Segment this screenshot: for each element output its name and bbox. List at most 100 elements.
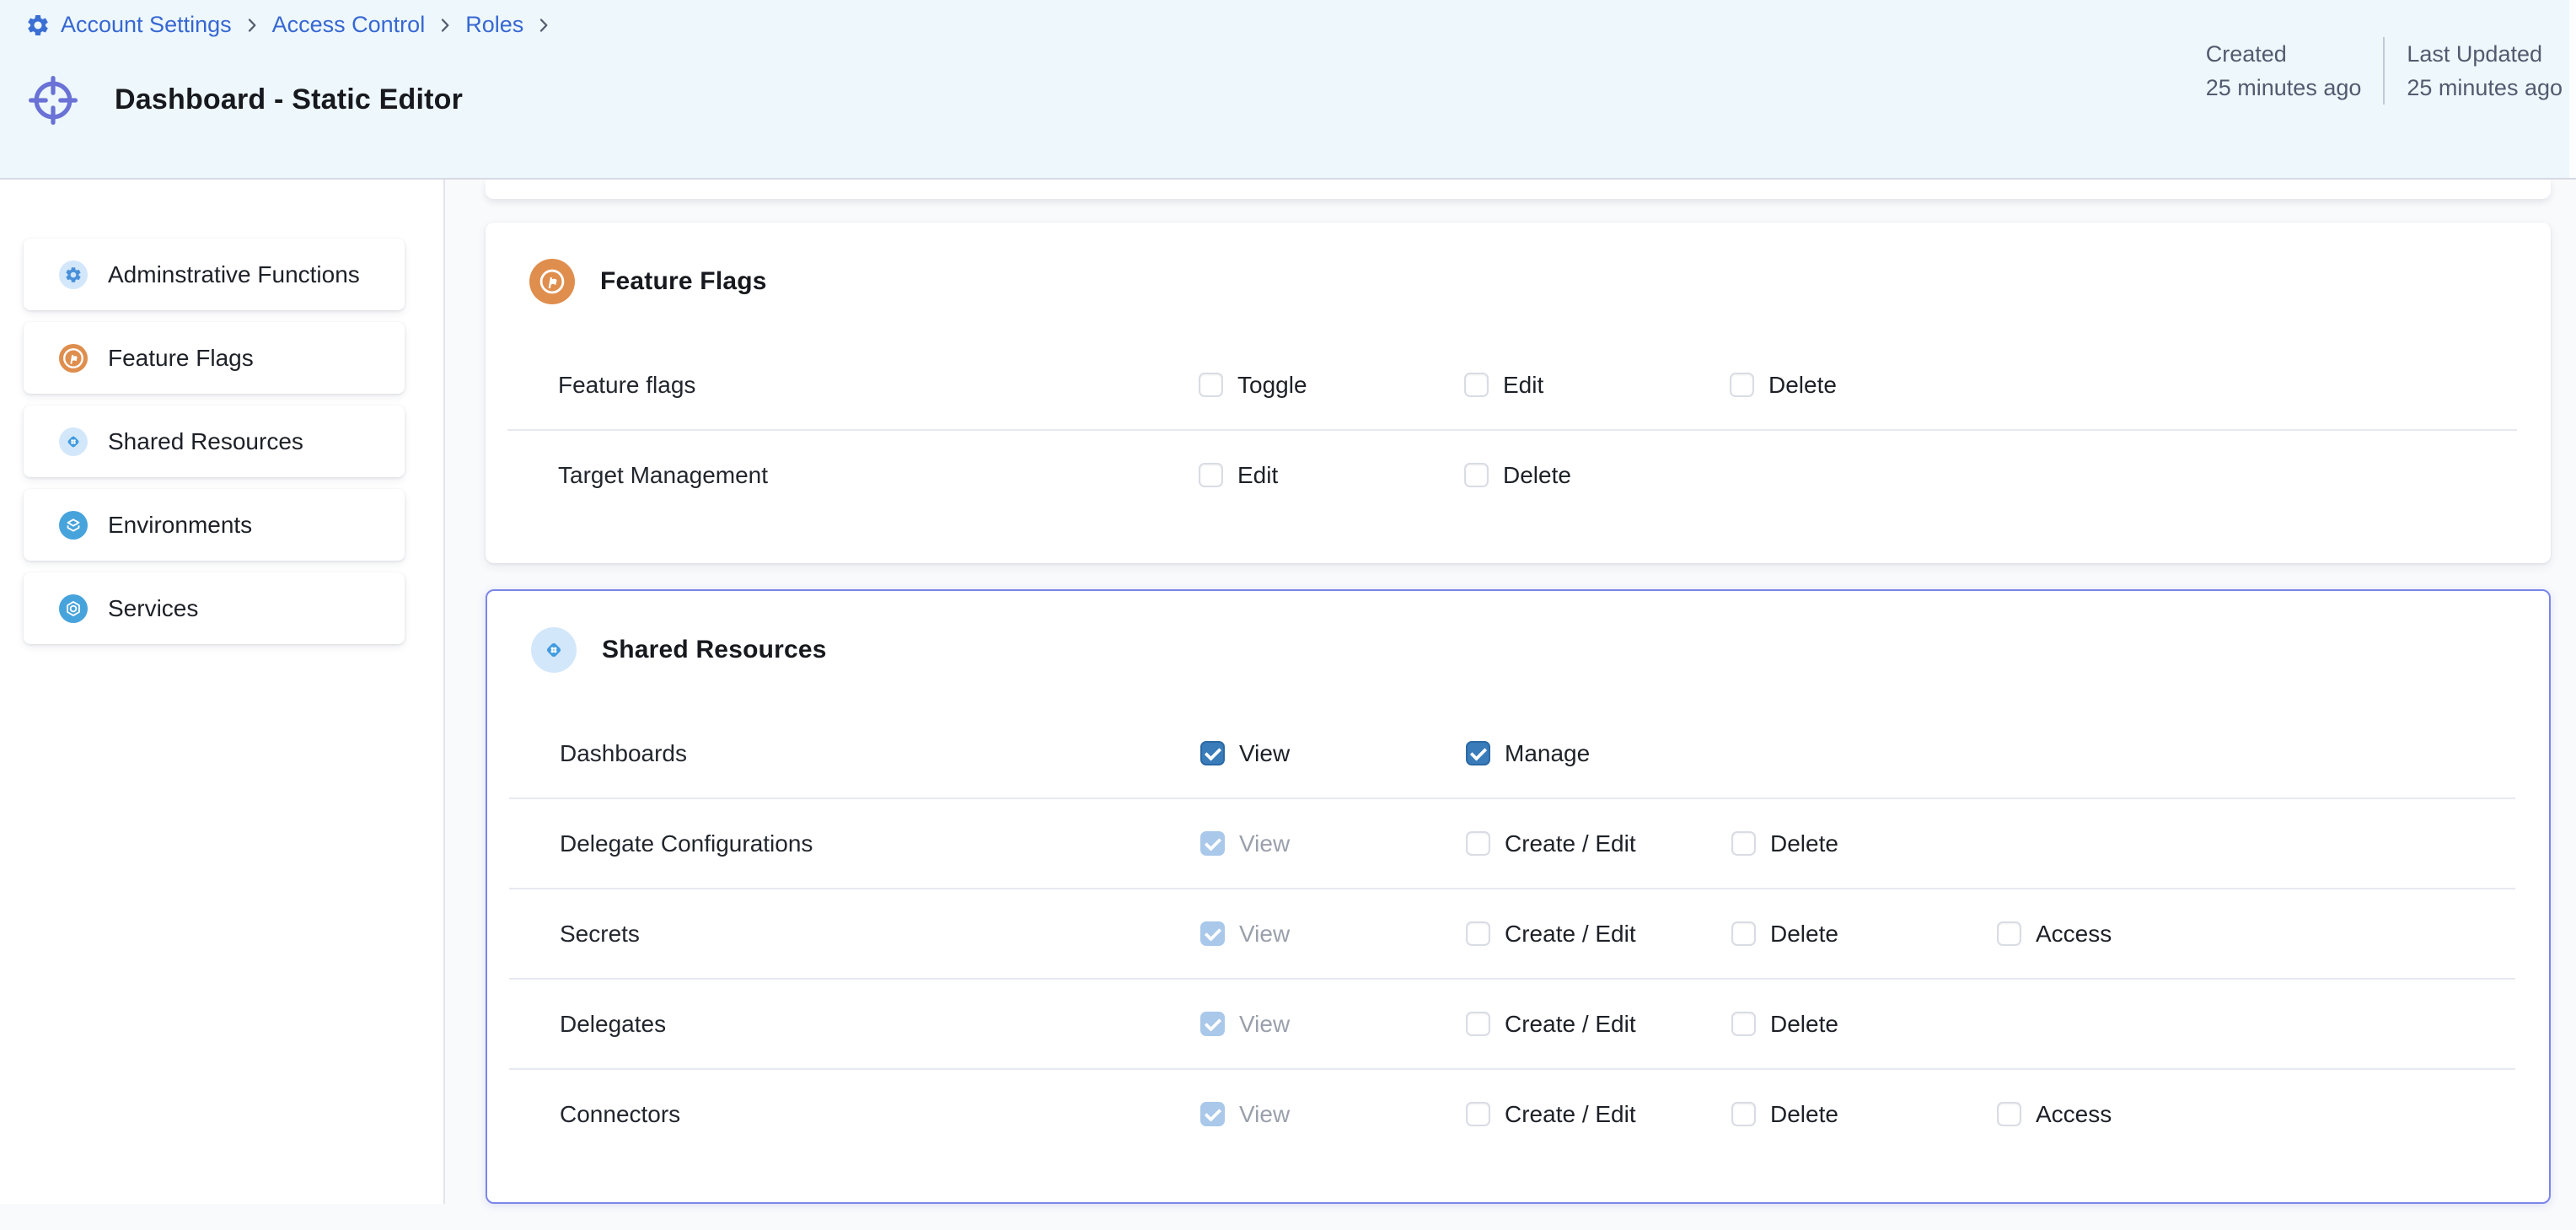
checkbox-edit[interactable] (1199, 463, 1223, 487)
permission-view: View (1200, 830, 1466, 857)
last-updated-label: Last Updated (2407, 37, 2563, 71)
last-updated-meta: Last Updated 25 minutes ago (2407, 37, 2563, 105)
permission-label: View (1239, 1011, 1290, 1038)
page-header: Account Settings Access Control Roles Dash… (0, 0, 2576, 180)
sidebar-item-environments[interactable]: Environments (24, 489, 405, 561)
sidebar-item-shared-resources[interactable]: Shared Resources (24, 406, 405, 477)
permission-label: Delete (1770, 1101, 1838, 1128)
resource-label: Feature flags (558, 372, 1199, 399)
card-padding (486, 519, 2551, 563)
last-updated-value: 25 minutes ago (2407, 71, 2563, 105)
page-title: Dashboard - Static Editor (115, 83, 463, 116)
checkbox-view (1200, 831, 1225, 856)
section-header: Shared Resources (487, 591, 2549, 709)
permission-access: Access (1997, 921, 2262, 948)
breadcrumb-link-roles[interactable]: Roles (465, 12, 523, 38)
permission-view: View (1200, 921, 1466, 948)
permission-view: View (1200, 1011, 1466, 1038)
checkbox-edit[interactable] (1464, 373, 1489, 397)
permission-label: Create / Edit (1505, 1101, 1636, 1128)
resource-category-sidebar: Adminstrative Functions Feature Flags Shar… (0, 180, 445, 1204)
resource-label: Secrets (560, 921, 1200, 948)
checkbox-manage[interactable] (1466, 741, 1490, 765)
checkbox-access[interactable] (1997, 921, 2021, 946)
resource-label: Delegates (560, 1011, 1200, 1038)
checkbox-toggle[interactable] (1199, 373, 1223, 397)
permission-label: View (1239, 830, 1290, 857)
checkbox-delete[interactable] (1731, 1012, 1756, 1036)
checkbox-create-edit[interactable] (1466, 921, 1490, 946)
shared-resources-icon (531, 627, 577, 673)
checkbox-create-edit[interactable] (1466, 831, 1490, 856)
section-shared-resources: Shared ResourcesDashboardsViewManageDele… (486, 589, 2551, 1204)
sidebar-item-label: Environments (108, 512, 252, 539)
permission-row-delegate-configurations: Delegate Configurations View Create / Edit… (487, 799, 2549, 888)
permission-create-edit: Create / Edit (1466, 921, 1731, 948)
permission-row-secrets: Secrets View Create / Edit Delete Access (487, 889, 2549, 978)
checkbox-access[interactable] (1997, 1102, 2021, 1126)
feature-flags-icon (529, 259, 575, 304)
role-meta: Created 25 minutes ago Last Updated 25 m… (2206, 37, 2563, 105)
section-feature-flags: Feature FlagsFeature flagsToggleEditDele… (486, 223, 2551, 563)
permission-label: Create / Edit (1505, 830, 1636, 857)
sidebar-item-label: Adminstrative Functions (108, 261, 360, 288)
permission-label: Delete (1770, 921, 1838, 948)
resource-label: Delegate Configurations (560, 830, 1200, 857)
breadcrumb-link-account-settings[interactable]: Account Settings (61, 12, 232, 38)
permission-delete: Delete (1731, 921, 1997, 948)
permission-toggle: Toggle (1199, 372, 1464, 399)
permission-label: Delete (1503, 462, 1571, 489)
checkbox-delete[interactable] (1730, 373, 1754, 397)
permission-label: View (1239, 921, 1290, 948)
checkbox-view[interactable] (1200, 741, 1225, 765)
permission-delete: Delete (1731, 830, 1997, 857)
sidebar-item-label: Feature Flags (108, 345, 254, 372)
permission-row-feature-flags: Feature flags Toggle EditDelete (486, 341, 2551, 429)
page-body: Adminstrative Functions Feature Flags Shar… (0, 180, 2576, 1204)
resource-label: Target Management (558, 462, 1199, 489)
settings-gear-icon (25, 13, 51, 38)
permission-delete: Delete (1730, 372, 1995, 399)
created-label: Created (2206, 37, 2362, 71)
scrolled-card-edge (486, 180, 2551, 199)
permissions-content: Feature FlagsFeature flagsToggleEditDele… (447, 180, 2576, 1204)
permission-label: Access (2036, 1101, 2112, 1128)
checkbox-delete[interactable] (1731, 831, 1756, 856)
role-target-icon (25, 73, 81, 128)
services-icon (59, 594, 88, 623)
sidebar-item-label: Shared Resources (108, 428, 303, 455)
section-title: Feature Flags (600, 267, 767, 296)
permission-label: Access (2036, 921, 2112, 948)
sidebar-item-label: Services (108, 595, 198, 622)
permission-label: View (1239, 740, 1290, 767)
checkbox-create-edit[interactable] (1466, 1012, 1490, 1036)
permission-view: View (1200, 1101, 1466, 1128)
checkbox-delete[interactable] (1464, 463, 1489, 487)
checkbox-delete[interactable] (1731, 921, 1756, 946)
permission-label: Toggle (1237, 372, 1307, 399)
permission-edit: Edit (1199, 462, 1464, 489)
environments-icon (59, 511, 88, 540)
sidebar-item-services[interactable]: Services (24, 572, 405, 644)
permission-label: Create / Edit (1505, 921, 1636, 948)
permission-label: Delete (1770, 1011, 1838, 1038)
permission-row-dashboards: DashboardsViewManage (487, 709, 2549, 798)
chevron-right-icon (242, 15, 262, 35)
permission-delete: Delete (1464, 462, 1730, 489)
checkbox-delete[interactable] (1731, 1102, 1756, 1126)
chevron-right-icon (534, 15, 554, 35)
breadcrumb-link-access-control[interactable]: Access Control (272, 12, 426, 38)
permission-label: Edit (1237, 462, 1278, 489)
checkbox-create-edit[interactable] (1466, 1102, 1490, 1126)
permission-access: Access (1997, 1101, 2262, 1128)
permission-label: View (1239, 1101, 1290, 1128)
checkbox-view (1200, 1012, 1225, 1036)
permission-delete: Delete (1731, 1011, 1997, 1038)
chevron-right-icon (435, 15, 455, 35)
permission-label: Manage (1505, 740, 1590, 767)
permission-edit: Edit (1464, 372, 1730, 399)
scrollbar-track[interactable] (2569, 0, 2576, 178)
sidebar-item-adminstrative-functions[interactable]: Adminstrative Functions (24, 239, 405, 310)
permission-view: View (1200, 740, 1466, 767)
sidebar-item-feature-flags[interactable]: Feature Flags (24, 322, 405, 394)
